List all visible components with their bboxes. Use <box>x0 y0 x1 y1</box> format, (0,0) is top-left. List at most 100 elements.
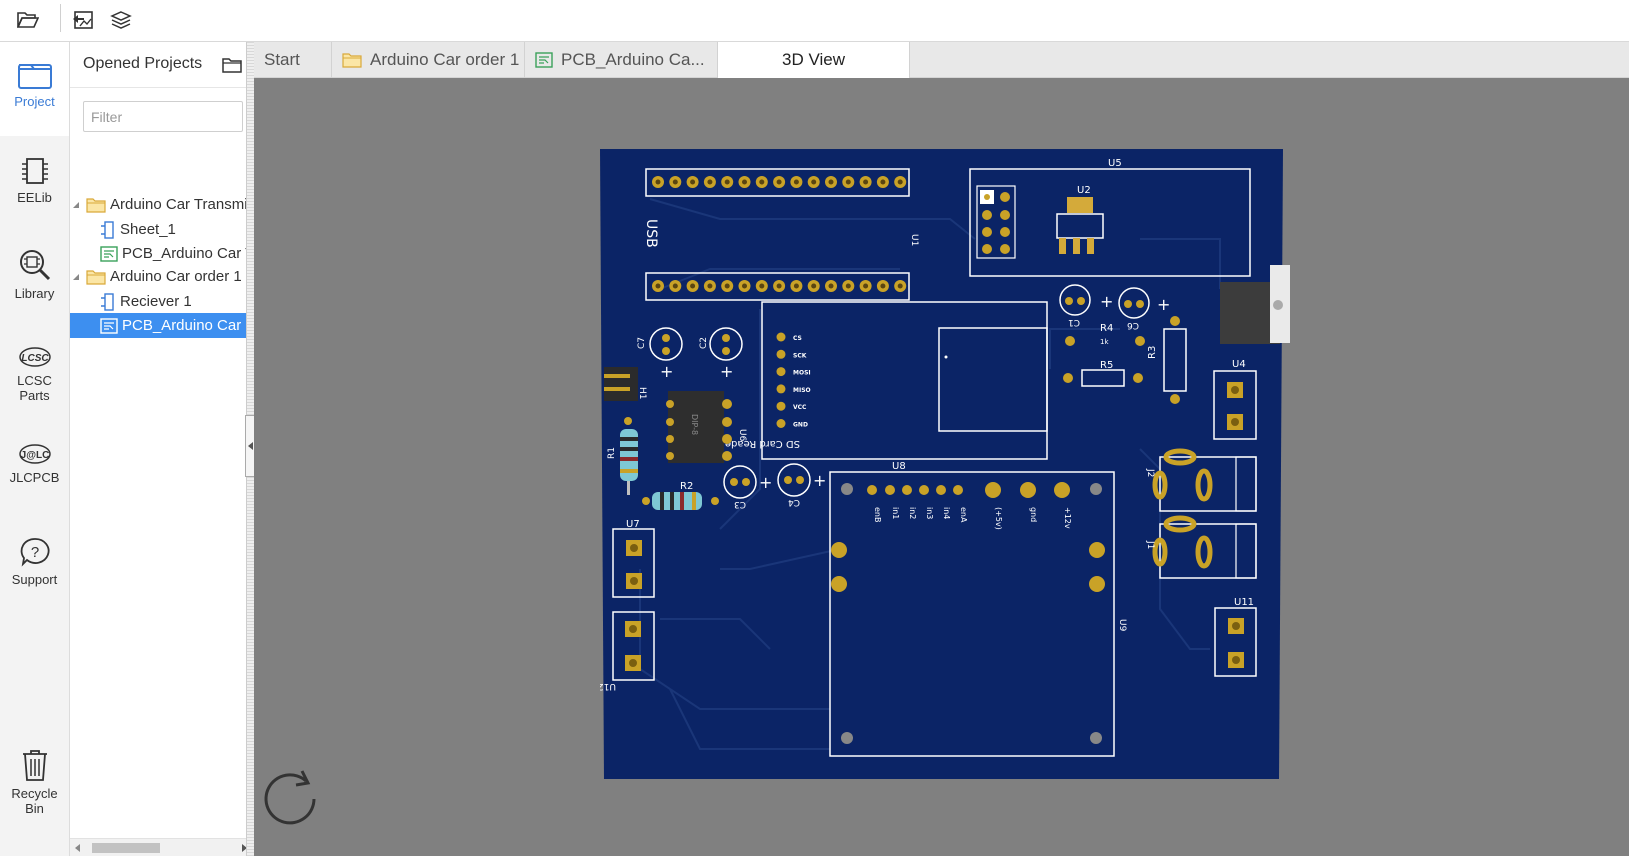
pcb-icon <box>100 317 118 334</box>
nav-library[interactable]: Library <box>0 248 69 318</box>
tree-item-label: Sheet_1 <box>120 221 176 238</box>
u8-label: U8 <box>892 461 906 472</box>
pcb-icon <box>535 52 553 68</box>
jlc-logo-icon: J@LC <box>18 444 51 464</box>
tab-label: Start <box>264 50 300 69</box>
sd-pin-label: MOSI <box>793 370 811 377</box>
driver-pin-label: in1 <box>891 507 900 519</box>
nav-support[interactable]: ? Support <box>0 536 69 596</box>
tree-item-pcb-selected[interactable]: PCB_Arduino Car R <box>70 313 256 338</box>
reset-view-icon[interactable] <box>262 765 322 825</box>
import-icon[interactable] <box>67 4 99 36</box>
h1-label: H1 <box>637 387 647 400</box>
3d-viewport[interactable]: USB U1 U5 U2 + C1 + C6 R4 1k R5 R3 U4 CS… <box>254 78 1629 856</box>
driver-pin <box>1054 482 1070 498</box>
expand-triangle-icon[interactable] <box>72 201 80 209</box>
tab-arduino-car-order[interactable]: Arduino Car order 1 <box>332 42 525 78</box>
folder-icon <box>342 53 362 68</box>
c4-plus: + <box>813 471 826 490</box>
nav-jlcpcb-label: JLCPCB <box>9 470 60 485</box>
c6-plus: + <box>1157 295 1170 314</box>
c3-label: C3 <box>734 499 746 509</box>
filter-input[interactable] <box>83 101 243 132</box>
trash-icon <box>22 750 47 781</box>
nav-recycle-bin[interactable]: Recycle Bin <box>0 748 69 818</box>
sd-pin-label: MISO <box>793 387 811 394</box>
driver-pin-label: enA <box>959 507 968 523</box>
driver-pin <box>936 485 946 495</box>
c4-label: C4 <box>788 497 800 507</box>
tree-item-pcb[interactable]: PCB_Arduino Car T <box>70 241 256 266</box>
driver-pin <box>985 482 1001 498</box>
r4-value: 1k <box>1100 338 1109 346</box>
tab-start[interactable]: Start <box>254 42 332 78</box>
u11-label: U11 <box>1234 597 1254 608</box>
scroll-left-arrow-icon[interactable] <box>75 844 80 852</box>
u9-label: U9 <box>1117 619 1127 632</box>
driver-pin-label: +12v <box>1063 507 1072 529</box>
nav-recycle-label-line2: Bin <box>25 801 44 816</box>
tab-label: Arduino Car order 1 <box>370 50 520 69</box>
top-toolbar <box>0 0 1629 42</box>
sd-pin <box>776 349 786 359</box>
tree-item-project[interactable]: Arduino Car order 1 - <box>70 264 256 289</box>
u6-label: U6 <box>737 429 747 442</box>
r1-label: R1 <box>607 447 617 459</box>
tab-pcb[interactable]: PCB_Arduino Ca... <box>525 42 718 78</box>
opened-projects-panel: Opened Projects Arduino Car Transmit She… <box>70 42 256 856</box>
j1-label: J1 <box>1145 540 1155 549</box>
sd-pin <box>776 419 786 428</box>
lcsc-logo-icon: LCSC <box>18 347 51 367</box>
expand-triangle-icon[interactable] <box>72 273 80 281</box>
scrollbar-thumb[interactable] <box>92 843 160 853</box>
nav-eelib[interactable]: EELib <box>0 156 69 226</box>
c2-plus: + <box>720 362 733 381</box>
c2-label: C2 <box>699 337 709 349</box>
chip-icon <box>21 158 48 184</box>
tree-item-label: Reciever 1 <box>120 293 192 310</box>
left-navigation: Project EELib Library LCSC LCSC Parts J@… <box>0 42 70 856</box>
sd-pin-label: VCC <box>793 404 807 411</box>
nav-lcsc-parts[interactable]: LCSC LCSC Parts <box>0 345 69 415</box>
panel-title: Opened Projects <box>83 55 203 72</box>
u2-label: U2 <box>1077 185 1091 196</box>
usb-label: USB <box>643 219 659 248</box>
tree-item-label: PCB_Arduino Car R <box>122 317 256 334</box>
nav-library-label: Library <box>14 286 55 301</box>
folder-open-icon[interactable] <box>12 4 44 36</box>
jlc-logo-text: J@LC <box>20 450 49 461</box>
c7-plus: + <box>660 362 673 381</box>
u12-label: U12 <box>600 681 616 691</box>
r4-label: R4 <box>1100 323 1113 334</box>
library-search-icon <box>19 250 50 281</box>
sd-pin-label: SCK <box>793 352 807 359</box>
j2-label: J2 <box>1145 468 1155 477</box>
nav-jlcpcb[interactable]: J@LC JLCPCB <box>0 442 69 502</box>
sd-pin-label: CS <box>793 335 802 342</box>
tab-3d-view[interactable]: 3D View <box>718 42 910 78</box>
tab-label: PCB_Arduino Ca... <box>561 50 705 69</box>
nav-project-label: Project <box>14 94 55 109</box>
tab-label: 3D View <box>782 50 845 69</box>
pcb-3d-render[interactable]: USB U1 U5 U2 + C1 + C6 R4 1k R5 R3 U4 CS… <box>600 149 1300 779</box>
nav-project[interactable]: Project <box>0 42 69 136</box>
tree-item-schematic[interactable]: Reciever 1 <box>70 289 256 314</box>
c7-label: C7 <box>637 337 647 349</box>
horizontal-scrollbar[interactable] <box>70 838 256 856</box>
driver-pin <box>867 485 877 495</box>
tree-item-schematic[interactable]: Sheet_1 <box>70 217 256 242</box>
lcsc-logo-text: LCSC <box>21 353 49 364</box>
folder-icon[interactable] <box>222 57 242 73</box>
folder-icon <box>86 197 106 213</box>
layers-icon[interactable] <box>105 4 137 36</box>
driver-pin <box>902 485 912 495</box>
dip8-label: DIP-8 <box>690 414 699 435</box>
c6-label: C6 <box>1127 320 1139 330</box>
schematic-icon <box>101 292 114 311</box>
driver-pin <box>1020 482 1036 498</box>
tree-item-project[interactable]: Arduino Car Transmit <box>70 192 256 217</box>
folder-icon <box>86 269 106 285</box>
sd-pin <box>776 332 786 342</box>
driver-pin-label: gnd <box>1029 507 1038 522</box>
project-tree: Arduino Car Transmit Sheet_1 PCB_Arduino… <box>70 192 256 832</box>
